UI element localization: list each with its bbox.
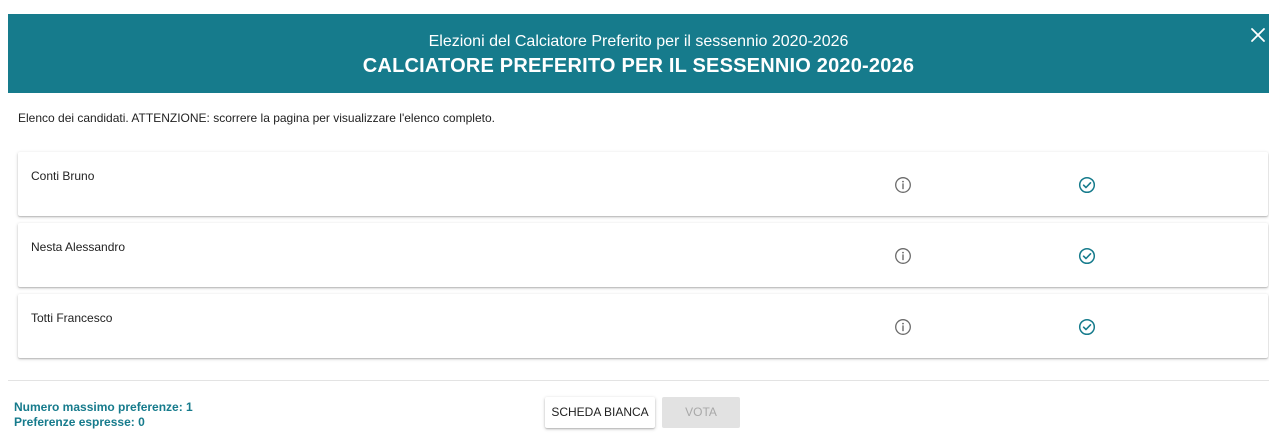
election-title: CALCIATORE PREFERITO PER IL SESSENNIO 20… bbox=[362, 55, 915, 77]
blank-ballot-button[interactable]: SCHEDA BIANCA bbox=[545, 397, 655, 428]
check-circle-icon bbox=[1078, 247, 1096, 265]
footer-divider bbox=[8, 380, 1269, 381]
candidate-card: Totti Francesco bbox=[18, 294, 1268, 358]
candidate-info-button[interactable] bbox=[894, 318, 912, 336]
candidate-name: Totti Francesco bbox=[31, 311, 113, 325]
info-icon bbox=[895, 319, 911, 335]
candidate-select-button[interactable] bbox=[1078, 318, 1096, 336]
voting-page: Elezioni del Calciatore Preferito per il… bbox=[0, 0, 1269, 437]
candidate-name: Nesta Alessandro bbox=[31, 240, 126, 254]
info-icon bbox=[895, 177, 911, 193]
vote-button[interactable]: VOTA bbox=[662, 397, 740, 428]
candidate-info-button[interactable] bbox=[894, 247, 912, 265]
max-preferences-text: Numero massimo preferenze: 1 bbox=[14, 400, 193, 414]
close-icon bbox=[1251, 28, 1265, 42]
election-subtitle: Elezioni del Calciatore Preferito per il… bbox=[428, 33, 849, 50]
preferences-summary: Numero massimo preferenze: 1 Preferenze … bbox=[14, 400, 193, 430]
check-circle-icon bbox=[1078, 318, 1096, 336]
info-icon bbox=[895, 248, 911, 264]
candidate-name: Conti Bruno bbox=[31, 169, 95, 183]
candidate-select-button[interactable] bbox=[1078, 247, 1096, 265]
candidate-card: Conti Bruno bbox=[18, 152, 1268, 216]
expressed-preferences-text: Preferenze espresse: 0 bbox=[14, 415, 145, 429]
candidate-select-button[interactable] bbox=[1078, 176, 1096, 194]
candidate-card: Nesta Alessandro bbox=[18, 223, 1268, 287]
candidate-info-button[interactable] bbox=[894, 176, 912, 194]
header-bar: Elezioni del Calciatore Preferito per il… bbox=[8, 14, 1269, 93]
check-circle-icon bbox=[1078, 176, 1096, 194]
instructions-text: Elenco dei candidati. ATTENZIONE: scorre… bbox=[18, 111, 495, 125]
close-button[interactable] bbox=[1247, 24, 1269, 46]
